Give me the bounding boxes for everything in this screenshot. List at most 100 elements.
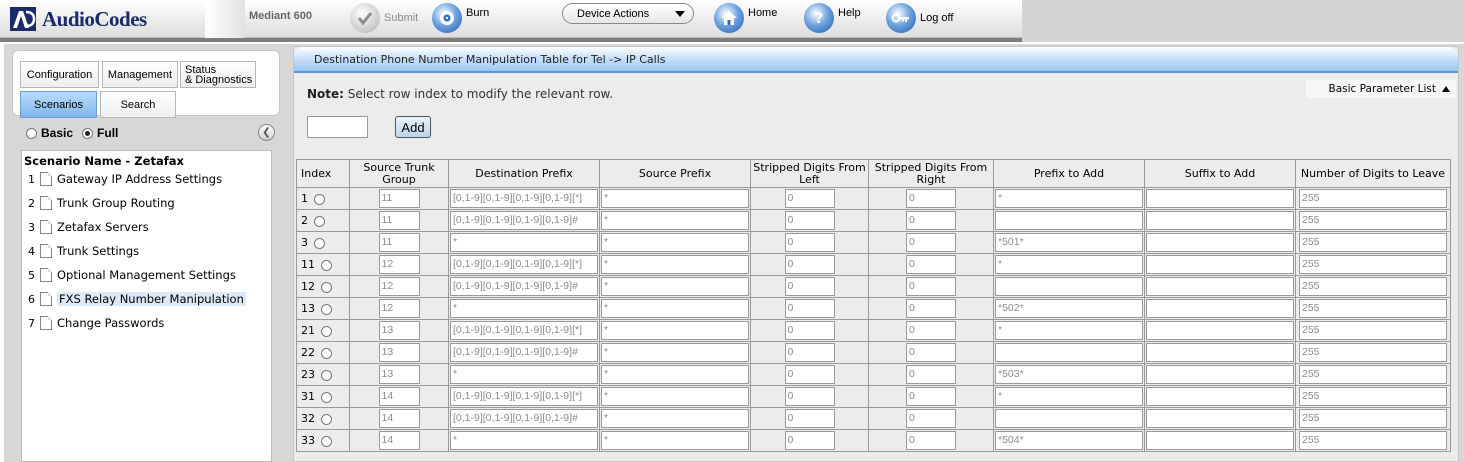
digits-to-leave-input[interactable]: 255 [1299, 189, 1447, 208]
stripped-right-input[interactable]: 0 [906, 255, 956, 274]
row-select-radio[interactable] [321, 369, 332, 381]
stripped-left-input[interactable]: 0 [784, 365, 835, 384]
row-select-radio[interactable] [314, 237, 325, 249]
stripped-right-input[interactable]: 0 [906, 321, 956, 340]
help-button[interactable]: ? Help [804, 2, 861, 34]
digits-to-leave-input[interactable]: 255 [1299, 277, 1447, 296]
suffix-to-add-input[interactable] [1146, 211, 1294, 230]
suffix-to-add-input[interactable] [1146, 343, 1294, 362]
stripped-left-input[interactable]: 0 [784, 299, 835, 318]
tab-configuration[interactable]: Configuration [20, 61, 99, 88]
source-trunk-group-input[interactable]: 13 [378, 321, 420, 340]
prefix-to-add-input[interactable]: *501* [995, 233, 1143, 252]
destination-prefix-input[interactable]: [0,1-9][0,1-9][0,1-9][0,1-9]# [450, 409, 598, 428]
stripped-left-input[interactable]: 0 [784, 387, 835, 406]
add-button[interactable]: Add [395, 116, 431, 138]
prefix-to-add-input[interactable]: *503* [995, 365, 1143, 384]
stripped-left-input[interactable]: 0 [784, 277, 835, 296]
stripped-right-input[interactable]: 0 [906, 431, 956, 450]
row-select-radio[interactable] [321, 259, 332, 271]
prefix-to-add-input[interactable]: *502* [995, 299, 1143, 318]
row-select-radio[interactable] [321, 413, 332, 425]
suffix-to-add-input[interactable] [1146, 299, 1294, 318]
source-trunk-group-input[interactable]: 14 [378, 387, 420, 406]
stripped-left-input[interactable]: 0 [784, 409, 835, 428]
stripped-left-input[interactable]: 0 [784, 189, 835, 208]
row-select-radio[interactable] [321, 435, 332, 447]
source-prefix-input[interactable]: * [601, 189, 749, 208]
prefix-to-add-input[interactable]: * [995, 255, 1143, 274]
suffix-to-add-input[interactable] [1146, 365, 1294, 384]
scenario-item[interactable]: 6 FXS Relay Number Manipulation [22, 289, 246, 309]
suffix-to-add-input[interactable] [1146, 189, 1294, 208]
destination-prefix-input[interactable]: [0,1-9][0,1-9][0,1-9][0,1-9]# [450, 343, 598, 362]
stripped-left-input[interactable]: 0 [784, 255, 835, 274]
suffix-to-add-input[interactable] [1146, 409, 1294, 428]
source-trunk-group-input[interactable]: 11 [378, 233, 420, 252]
full-mode-radio[interactable] [82, 127, 94, 139]
stripped-right-input[interactable]: 0 [906, 387, 956, 406]
digits-to-leave-input[interactable]: 255 [1299, 387, 1447, 406]
scenario-item[interactable]: 1 Gateway IP Address Settings [22, 169, 222, 189]
stripped-right-input[interactable]: 0 [906, 409, 956, 428]
row-select-radio[interactable] [321, 325, 332, 337]
destination-prefix-input[interactable]: [0,1-9][0,1-9][0,1-9][0,1-9][*] [450, 387, 598, 406]
source-trunk-group-input[interactable]: 11 [378, 189, 420, 208]
prefix-to-add-input[interactable]: *504* [995, 431, 1143, 450]
tab-status-diagnostics[interactable]: Status & Diagnostics [180, 61, 256, 88]
digits-to-leave-input[interactable]: 255 [1299, 365, 1447, 384]
suffix-to-add-input[interactable] [1146, 321, 1294, 340]
suffix-to-add-input[interactable] [1146, 233, 1294, 252]
source-prefix-input[interactable]: * [601, 277, 749, 296]
source-prefix-input[interactable]: * [601, 409, 749, 428]
source-prefix-input[interactable]: * [601, 365, 749, 384]
prefix-to-add-input[interactable] [995, 277, 1143, 296]
source-prefix-input[interactable]: * [601, 431, 749, 450]
stripped-right-input[interactable]: 0 [906, 277, 956, 296]
source-trunk-group-input[interactable]: 14 [378, 431, 420, 450]
destination-prefix-input[interactable]: [0,1-9][0,1-9][0,1-9][0,1-9]# [450, 211, 598, 230]
source-prefix-input[interactable]: * [601, 387, 749, 406]
suffix-to-add-input[interactable] [1146, 387, 1294, 406]
stripped-left-input[interactable]: 0 [784, 233, 835, 252]
tab-management[interactable]: Management [102, 61, 178, 88]
source-trunk-group-input[interactable]: 12 [378, 255, 420, 274]
destination-prefix-input[interactable]: * [450, 299, 598, 318]
prefix-to-add-input[interactable]: * [995, 189, 1143, 208]
stripped-right-input[interactable]: 0 [906, 365, 956, 384]
row-select-radio[interactable] [321, 303, 332, 315]
logoff-button[interactable]: Log off [886, 2, 953, 34]
digits-to-leave-input[interactable]: 255 [1299, 299, 1447, 318]
source-trunk-group-input[interactable]: 13 [378, 365, 420, 384]
burn-button[interactable]: Burn [432, 2, 489, 34]
digits-to-leave-input[interactable]: 255 [1299, 431, 1447, 450]
digits-to-leave-input[interactable]: 255 [1299, 211, 1447, 230]
destination-prefix-input[interactable]: * [450, 233, 598, 252]
submit-button[interactable]: Submit [350, 2, 418, 34]
prefix-to-add-input[interactable] [995, 343, 1143, 362]
digits-to-leave-input[interactable]: 255 [1299, 343, 1447, 362]
source-prefix-input[interactable]: * [601, 343, 749, 362]
basic-parameter-list-toggle[interactable]: Basic Parameter List [1306, 80, 1456, 98]
add-index-input[interactable] [307, 116, 368, 138]
destination-prefix-input[interactable]: [0,1-9][0,1-9][0,1-9][0,1-9][*] [450, 321, 598, 340]
row-select-radio[interactable] [321, 347, 332, 359]
prefix-to-add-input[interactable]: * [995, 321, 1143, 340]
destination-prefix-input[interactable]: [0,1-9][0,1-9][0,1-9][0,1-9][*] [450, 189, 598, 208]
source-prefix-input[interactable]: * [601, 299, 749, 318]
digits-to-leave-input[interactable]: 255 [1299, 409, 1447, 428]
stripped-left-input[interactable]: 0 [784, 343, 835, 362]
suffix-to-add-input[interactable] [1146, 431, 1294, 450]
scenario-item[interactable]: 2 Trunk Group Routing [22, 193, 175, 213]
scenario-item[interactable]: 7 Change Passwords [22, 313, 164, 333]
prefix-to-add-input[interactable] [995, 409, 1143, 428]
scenario-item[interactable]: 5 Optional Management Settings [22, 265, 236, 285]
row-select-radio[interactable] [314, 193, 325, 205]
stripped-right-input[interactable]: 0 [906, 233, 956, 252]
row-select-radio[interactable] [314, 215, 325, 227]
source-trunk-group-input[interactable]: 12 [378, 299, 420, 318]
source-trunk-group-input[interactable]: 13 [378, 343, 420, 362]
suffix-to-add-input[interactable] [1146, 255, 1294, 274]
source-prefix-input[interactable]: * [601, 233, 749, 252]
destination-prefix-input[interactable]: [0,1-9][0,1-9][0,1-9][0,1-9]# [450, 277, 598, 296]
